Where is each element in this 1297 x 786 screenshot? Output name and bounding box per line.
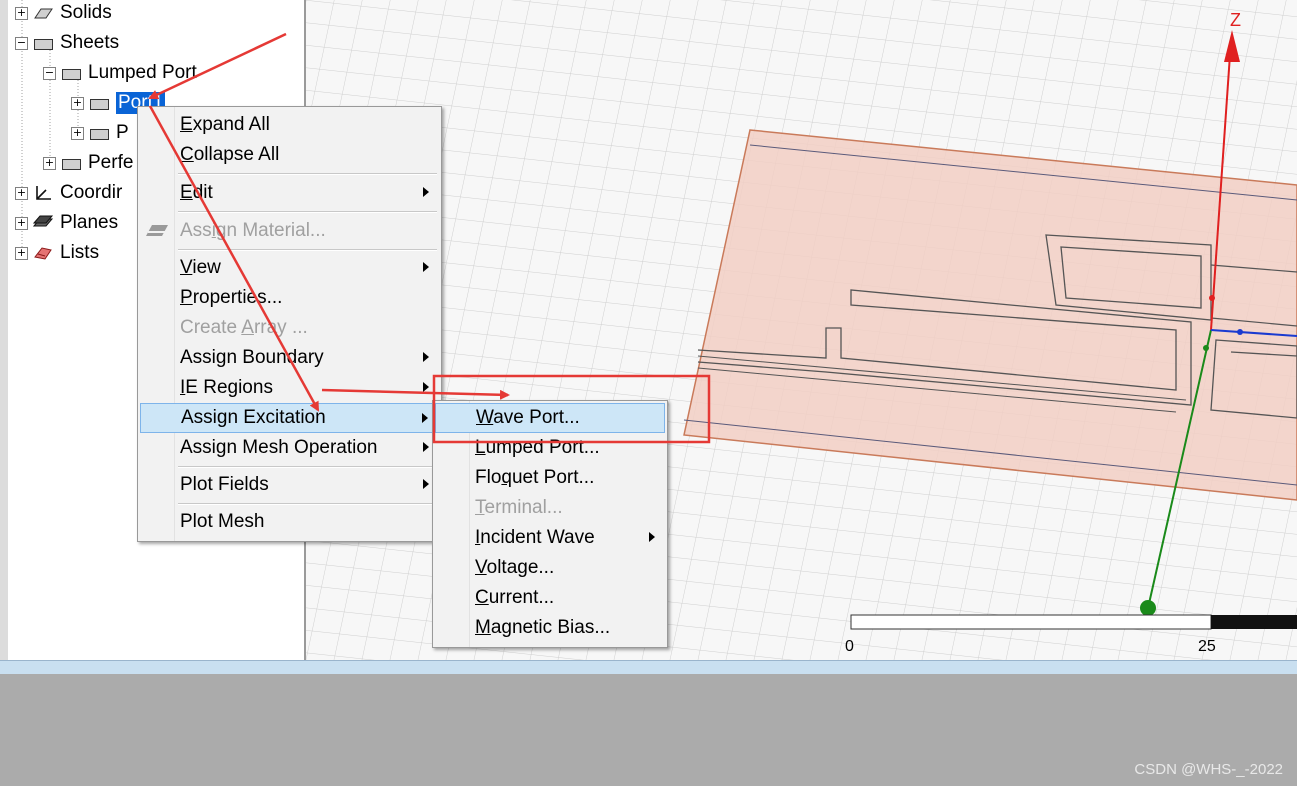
- menu-item-magnetic-bias[interactable]: Magnetic Bias...: [435, 613, 665, 643]
- menu-separator: [178, 249, 437, 251]
- tree-item-label: Sheets: [60, 32, 120, 53]
- sheet-icon: [60, 155, 82, 171]
- tree-item-solids[interactable]: + Solids: [15, 0, 112, 26]
- menu-item-wave-port[interactable]: Wave Port...: [435, 403, 665, 433]
- tree-item-lumped-port[interactable]: − Lumped Port: [43, 60, 197, 86]
- menu-item-ie-regions[interactable]: IE Regions: [140, 373, 439, 403]
- expander-icon[interactable]: +: [15, 246, 28, 260]
- menu-item-assign-excitation[interactable]: Assign Excitation: [140, 403, 439, 433]
- tree-item-sheets[interactable]: − Sheets: [15, 30, 119, 56]
- submenu-arrow-icon: [423, 382, 429, 392]
- menu-item-view[interactable]: View: [140, 253, 439, 283]
- expander-icon[interactable]: +: [71, 126, 84, 140]
- collapser-icon[interactable]: −: [15, 36, 28, 50]
- tree-item-lists[interactable]: + Lists: [15, 240, 99, 266]
- submenu-arrow-icon: [423, 352, 429, 362]
- menu-item-incident-wave[interactable]: Incident Wave: [435, 523, 665, 553]
- expander-icon[interactable]: +: [15, 6, 28, 20]
- submenu-arrow-icon: [423, 187, 429, 197]
- window-left-edge: [0, 0, 8, 660]
- tree-item-coordinate-systems[interactable]: + Coordir: [15, 180, 122, 206]
- menu-separator: [178, 466, 437, 468]
- tree-item-label: Lists: [60, 242, 100, 263]
- menu-separator: [178, 173, 437, 175]
- expander-icon[interactable]: +: [43, 156, 56, 170]
- menu-item-lumped-port[interactable]: Lumped Port...: [435, 433, 665, 463]
- assign-material-icon: [144, 221, 170, 247]
- submenu-arrow-icon: [422, 413, 428, 423]
- scale-start-label: 0: [845, 638, 854, 655]
- menu-separator: [178, 211, 437, 213]
- menu-item-current[interactable]: Current...: [435, 583, 665, 613]
- tree-item-perfect[interactable]: + Perfe: [43, 150, 133, 176]
- expander-icon[interactable]: +: [71, 96, 84, 110]
- tree-item-label: P: [116, 122, 129, 143]
- submenu-arrow-icon: [423, 442, 429, 452]
- menu-item-assign-boundary[interactable]: Assign Boundary: [140, 343, 439, 373]
- scale-bar: [850, 614, 1297, 630]
- sheet-icon: [60, 65, 82, 81]
- sheet-icon: [88, 125, 110, 141]
- status-bar: [0, 660, 1297, 675]
- menu-item-terminal[interactable]: Terminal...: [435, 493, 665, 523]
- menu-item-edit[interactable]: Edit: [140, 178, 439, 208]
- tree-item-label: Perfe: [88, 152, 134, 173]
- sheet-icon: [88, 95, 110, 111]
- menu-item-assign-material[interactable]: Assign Material...: [140, 216, 439, 246]
- expander-icon[interactable]: +: [15, 216, 28, 230]
- menu-item-properties[interactable]: Properties...: [140, 283, 439, 313]
- lists-icon: [32, 245, 54, 261]
- watermark: CSDN @WHS-_-2022: [1134, 761, 1283, 778]
- planes-icon: [32, 215, 54, 231]
- menu-item-expand-all[interactable]: Expand All: [140, 110, 439, 140]
- menu-item-floquet-port[interactable]: Floquet Port...: [435, 463, 665, 493]
- submenu-arrow-icon: [423, 479, 429, 489]
- tree-item-label: Lumped Port: [88, 62, 197, 83]
- substrate-model: [683, 129, 1297, 501]
- submenu-arrow-icon: [649, 532, 655, 542]
- menu-item-create-array[interactable]: Create Array ...: [140, 313, 439, 343]
- tree-item-port2[interactable]: + P: [71, 120, 129, 146]
- message-panel: CSDN @WHS-_-2022: [0, 674, 1297, 786]
- menu-item-plot-mesh[interactable]: Plot Mesh: [140, 507, 439, 537]
- tree-item-label: Solids: [60, 2, 112, 23]
- context-menu: Expand All Collapse All Edit Assign Mate…: [137, 106, 442, 542]
- tree-item-label: Coordir: [60, 182, 123, 203]
- menu-item-assign-mesh-operation[interactable]: Assign Mesh Operation: [140, 433, 439, 463]
- sheet-icon: [32, 35, 54, 51]
- tree-item-label: Planes: [60, 212, 119, 233]
- tree-item-planes[interactable]: + Planes: [15, 210, 118, 236]
- solids-icon: [32, 5, 54, 21]
- menu-item-voltage[interactable]: Voltage...: [435, 553, 665, 583]
- expander-icon[interactable]: +: [15, 186, 28, 200]
- collapser-icon[interactable]: −: [43, 66, 56, 80]
- menu-item-collapse-all[interactable]: Collapse All: [140, 140, 439, 170]
- excitation-submenu: Wave Port... Lumped Port... Floquet Port…: [432, 400, 668, 648]
- submenu-arrow-icon: [423, 262, 429, 272]
- menu-item-plot-fields[interactable]: Plot Fields: [140, 470, 439, 500]
- z-axis-label: Z: [1230, 10, 1241, 30]
- menu-separator: [178, 503, 437, 505]
- scale-mid-label: 25: [1198, 638, 1216, 655]
- coordinate-system-icon: [32, 185, 54, 201]
